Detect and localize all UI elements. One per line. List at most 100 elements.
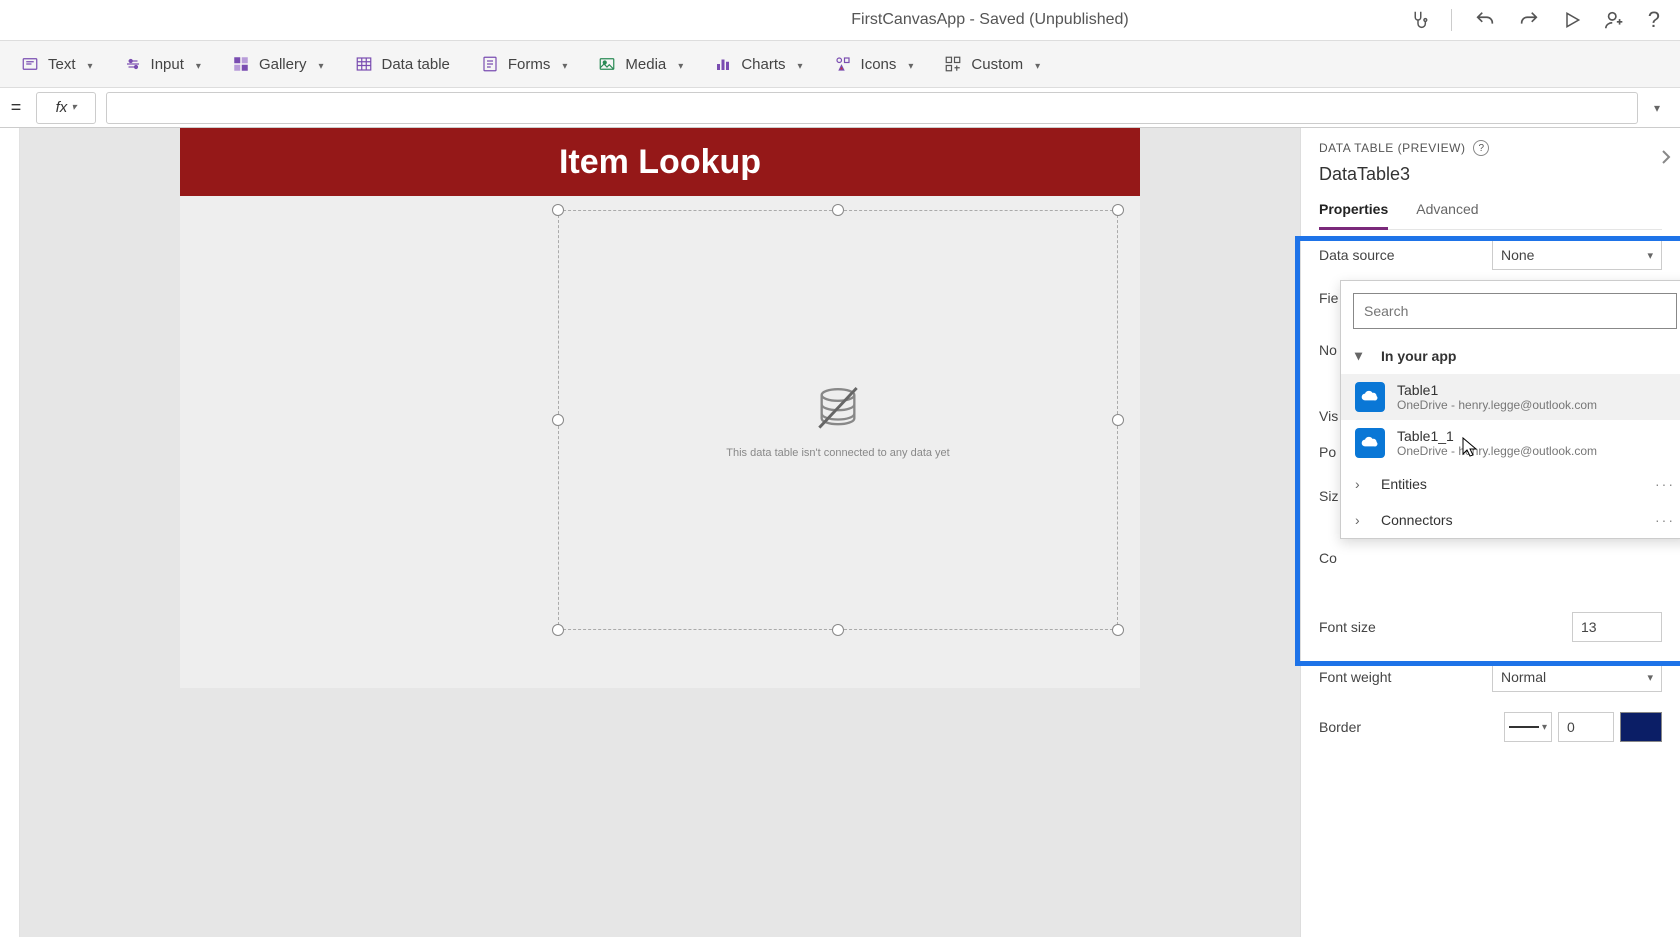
gallery-icon [231, 54, 251, 74]
ribbon-text-label: Text [48, 56, 76, 73]
title-bar: FirstCanvasApp - Saved (Unpublished) ? [0, 0, 1680, 40]
font-size-input[interactable]: 13 [1572, 612, 1662, 642]
font-weight-dropdown[interactable]: Normal▾ [1492, 662, 1662, 692]
separator [1451, 9, 1452, 31]
forms-icon [480, 54, 500, 74]
prop-co-trunc: Co [1319, 540, 1662, 576]
database-strike-icon [810, 381, 866, 437]
input-icon [123, 54, 143, 74]
data-source-dropdown[interactable]: None▾ [1492, 240, 1662, 270]
prop-border: Border ▾ 0 [1319, 702, 1662, 752]
prop-label: Font size [1319, 619, 1376, 635]
data-source-name: Table1_1 [1397, 428, 1597, 444]
ribbon-datatable[interactable]: Data table [354, 54, 450, 74]
properties-panel: DATA TABLE (PREVIEW) ? DataTable3 Proper… [1300, 128, 1680, 937]
chevron-right-icon: › [1355, 512, 1369, 528]
prop-label: Font weight [1319, 669, 1391, 685]
border-style-dropdown[interactable]: ▾ [1504, 712, 1552, 742]
data-source-search-input[interactable] [1353, 293, 1677, 329]
fx-property-selector[interactable]: fx▾ [36, 92, 96, 124]
control-name[interactable]: DataTable3 [1319, 164, 1662, 185]
data-source-flyout: ▾ In your app Table1 OneDrive - henry.le… [1340, 280, 1680, 539]
help-icon[interactable]: ? [1473, 140, 1489, 156]
ribbon-charts[interactable]: Charts [713, 54, 802, 74]
ribbon-input[interactable]: Input [123, 54, 201, 74]
expand-formula-icon[interactable]: ▾ [1654, 101, 1668, 115]
datatable-icon [354, 54, 374, 74]
screen-canvas[interactable]: Item Lookup This data table isn't connec… [180, 128, 1140, 688]
resize-handle[interactable] [832, 204, 844, 216]
ribbon-custom-label: Custom [971, 56, 1023, 73]
chevron-right-icon: › [1355, 476, 1369, 492]
help-icon[interactable]: ? [1648, 7, 1660, 33]
tab-advanced[interactable]: Advanced [1416, 195, 1478, 229]
ribbon-gallery-label: Gallery [259, 56, 307, 73]
ribbon-icons-label: Icons [861, 56, 897, 73]
ribbon-datatable-label: Data table [382, 56, 450, 73]
resize-handle[interactable] [552, 204, 564, 216]
resize-handle[interactable] [832, 624, 844, 636]
workspace: Item Lookup This data table isn't connec… [0, 128, 1680, 937]
equals-icon: = [6, 97, 26, 118]
cursor-icon [1461, 436, 1479, 458]
prop-font-size: Font size 13 [1319, 602, 1662, 652]
ribbon-forms[interactable]: Forms [480, 54, 568, 74]
section-in-your-app[interactable]: ▾ In your app [1341, 337, 1680, 374]
charts-icon [713, 54, 733, 74]
control-type-label: DATA TABLE (PREVIEW) ? [1319, 140, 1662, 156]
health-check-icon[interactable] [1407, 9, 1429, 31]
border-color-swatch[interactable] [1620, 712, 1662, 742]
formula-bar: = fx▾ ▾ [0, 88, 1680, 128]
prop-label: Data source [1319, 247, 1394, 263]
ribbon-gallery[interactable]: Gallery [231, 54, 324, 74]
prop-font-weight: Font weight Normal▾ [1319, 652, 1662, 702]
media-icon [597, 54, 617, 74]
onedrive-icon [1355, 428, 1385, 458]
resize-handle[interactable] [552, 624, 564, 636]
left-rail[interactable] [0, 128, 20, 937]
data-source-sub: OneDrive - henry.legge@outlook.com [1397, 444, 1597, 458]
ribbon-charts-label: Charts [741, 56, 785, 73]
collapse-panel-icon[interactable] [1660, 148, 1672, 166]
data-table-control[interactable]: This data table isn't connected to any d… [558, 210, 1118, 630]
data-source-sub: OneDrive - henry.legge@outlook.com [1397, 398, 1597, 412]
play-icon[interactable] [1562, 10, 1582, 30]
resize-handle[interactable] [552, 414, 564, 426]
prop-label: Border [1319, 719, 1361, 735]
ribbon-media-label: Media [625, 56, 666, 73]
data-source-item-table1[interactable]: Table1 OneDrive - henry.legge@outlook.co… [1341, 374, 1680, 420]
more-icon[interactable]: ··· [1655, 512, 1675, 528]
chevron-down-icon: ▾ [1355, 347, 1369, 364]
canvas-area[interactable]: Item Lookup This data table isn't connec… [20, 128, 1300, 937]
data-source-name: Table1 [1397, 382, 1597, 398]
ribbon-forms-label: Forms [508, 56, 551, 73]
ribbon-media[interactable]: Media [597, 54, 683, 74]
property-tabs: Properties Advanced [1319, 195, 1662, 230]
resize-handle[interactable] [1112, 204, 1124, 216]
insert-ribbon: Text Input Gallery Data table Forms Medi… [0, 40, 1680, 88]
custom-icon [943, 54, 963, 74]
ribbon-input-label: Input [151, 56, 184, 73]
data-source-item-table1-1[interactable]: Table1_1 OneDrive - henry.legge@outlook.… [1341, 420, 1680, 466]
text-icon [20, 54, 40, 74]
onedrive-icon [1355, 382, 1385, 412]
section-connectors[interactable]: › Connectors ··· [1341, 502, 1680, 538]
ribbon-text[interactable]: Text [20, 54, 93, 74]
share-icon[interactable] [1604, 9, 1626, 31]
more-icon[interactable]: ··· [1655, 476, 1675, 492]
border-width-input[interactable]: 0 [1558, 712, 1614, 742]
resize-handle[interactable] [1112, 624, 1124, 636]
undo-icon[interactable] [1474, 9, 1496, 31]
tab-properties[interactable]: Properties [1319, 195, 1388, 230]
data-table-empty-msg: This data table isn't connected to any d… [726, 447, 949, 459]
formula-input[interactable] [106, 92, 1638, 124]
ribbon-icons[interactable]: Icons [833, 54, 914, 74]
resize-handle[interactable] [1112, 414, 1124, 426]
app-title: FirstCanvasApp - Saved (Unpublished) [851, 11, 1128, 29]
screen-header-label: Item Lookup [180, 128, 1140, 196]
icons-icon [833, 54, 853, 74]
redo-icon[interactable] [1518, 9, 1540, 31]
ribbon-custom[interactable]: Custom [943, 54, 1040, 74]
section-entities[interactable]: › Entities ··· [1341, 466, 1680, 502]
prop-data-source: Data source None▾ [1319, 230, 1662, 280]
